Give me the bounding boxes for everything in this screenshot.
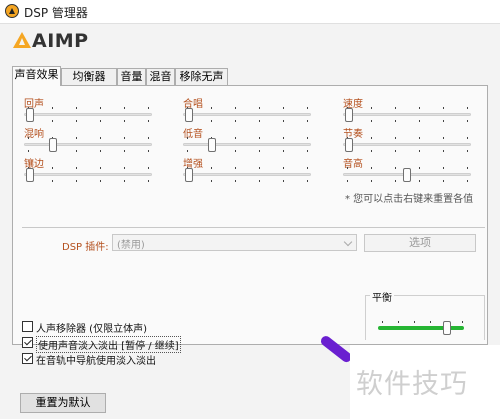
slider-thumb-flanger[interactable] <box>26 168 34 182</box>
slider-ticks-reverb <box>24 137 152 139</box>
slider-track-echo[interactable] <box>24 113 152 116</box>
slider-ticks-tempo <box>343 137 471 139</box>
tab-remove-silence[interactable]: 移除无声 <box>175 68 228 85</box>
slider-track-speed[interactable] <box>343 113 471 116</box>
slider-thumb-bass[interactable] <box>208 138 217 152</box>
tab-sound-effects[interactable]: 声音效果 <box>12 66 61 86</box>
slider-ticks-bottom-echo <box>24 120 152 122</box>
slider-track-reverb[interactable] <box>24 143 152 146</box>
slider-track-tempo[interactable] <box>343 143 471 146</box>
slider-thumb-chorus[interactable] <box>185 108 193 122</box>
reset-hint: * 您可以点击右键来重置各值 <box>345 194 474 205</box>
slider-track-enhance[interactable] <box>183 173 311 176</box>
slider-ticks-chorus <box>183 107 311 109</box>
aimp-logo-mark-icon <box>13 32 31 48</box>
slider-ticks-bottom-speed <box>343 120 471 122</box>
aimp-app-icon <box>5 4 19 18</box>
slider-thumb-pitch[interactable] <box>403 168 411 182</box>
reset-default-button[interactable]: 重置为默认 <box>20 393 106 413</box>
vocal-remover-checkbox[interactable] <box>22 321 33 332</box>
balance-ticks <box>378 321 464 323</box>
dsp-plugin-label: DSP 插件: <box>62 242 109 253</box>
dsp-plugin-select[interactable]: (禁用) <box>112 234 357 251</box>
balance-title: 平衡 <box>370 289 394 304</box>
section-separator <box>22 227 485 228</box>
vocal-remover-label: 人声移除器 (仅限立体声) <box>36 324 147 335</box>
slider-ticks-enhance <box>183 167 311 169</box>
slider-ticks-bottom-enhance <box>183 180 311 182</box>
slider-track-bass[interactable] <box>183 143 311 146</box>
fade-pause-checkbox[interactable] <box>22 337 33 348</box>
slider-ticks-bass <box>183 137 311 139</box>
slider-ticks-flanger <box>24 167 152 169</box>
watermark-text: 软件技巧 <box>356 369 468 400</box>
fade-pause-label: 使用声音淡入淡出 [暂停 / 继续] <box>36 336 181 353</box>
slider-track-chorus[interactable] <box>183 113 311 116</box>
tab-equalizer[interactable]: 均衡器 <box>61 68 117 85</box>
slider-ticks-bottom-bass <box>183 150 311 152</box>
fade-navigate-label: 在音轨中导航使用淡入淡出 <box>36 356 156 367</box>
tab-volume[interactable]: 音量 <box>117 68 146 85</box>
slider-thumb-speed[interactable] <box>345 108 353 122</box>
slider-thumb-enhance[interactable] <box>185 168 193 182</box>
slider-ticks-echo <box>24 107 152 109</box>
balance-slider-thumb[interactable] <box>442 321 451 335</box>
chevron-down-icon <box>343 237 353 247</box>
slider-thumb-tempo[interactable] <box>345 138 353 152</box>
slider-ticks-bottom-tempo <box>343 150 471 152</box>
aimp-logo-text: AIMP <box>32 30 89 52</box>
dsp-options-button[interactable]: 选项 <box>364 234 476 252</box>
dsp-plugin-value: (禁用) <box>117 240 145 251</box>
slider-ticks-bottom-flanger <box>24 180 152 182</box>
slider-ticks-bottom-reverb <box>24 150 152 152</box>
balance-slider-track[interactable] <box>378 326 464 330</box>
slider-ticks-speed <box>343 107 471 109</box>
tab-mixer[interactable]: 混音 <box>146 68 175 85</box>
slider-thumb-reverb[interactable] <box>49 138 58 152</box>
title-bar: DSP 管理器 <box>0 0 500 24</box>
window-title: DSP 管理器 <box>24 6 88 20</box>
fade-navigate-checkbox[interactable] <box>22 353 33 364</box>
slider-ticks-bottom-chorus <box>183 120 311 122</box>
slider-track-flanger[interactable] <box>24 173 152 176</box>
slider-thumb-echo[interactable] <box>26 108 34 122</box>
